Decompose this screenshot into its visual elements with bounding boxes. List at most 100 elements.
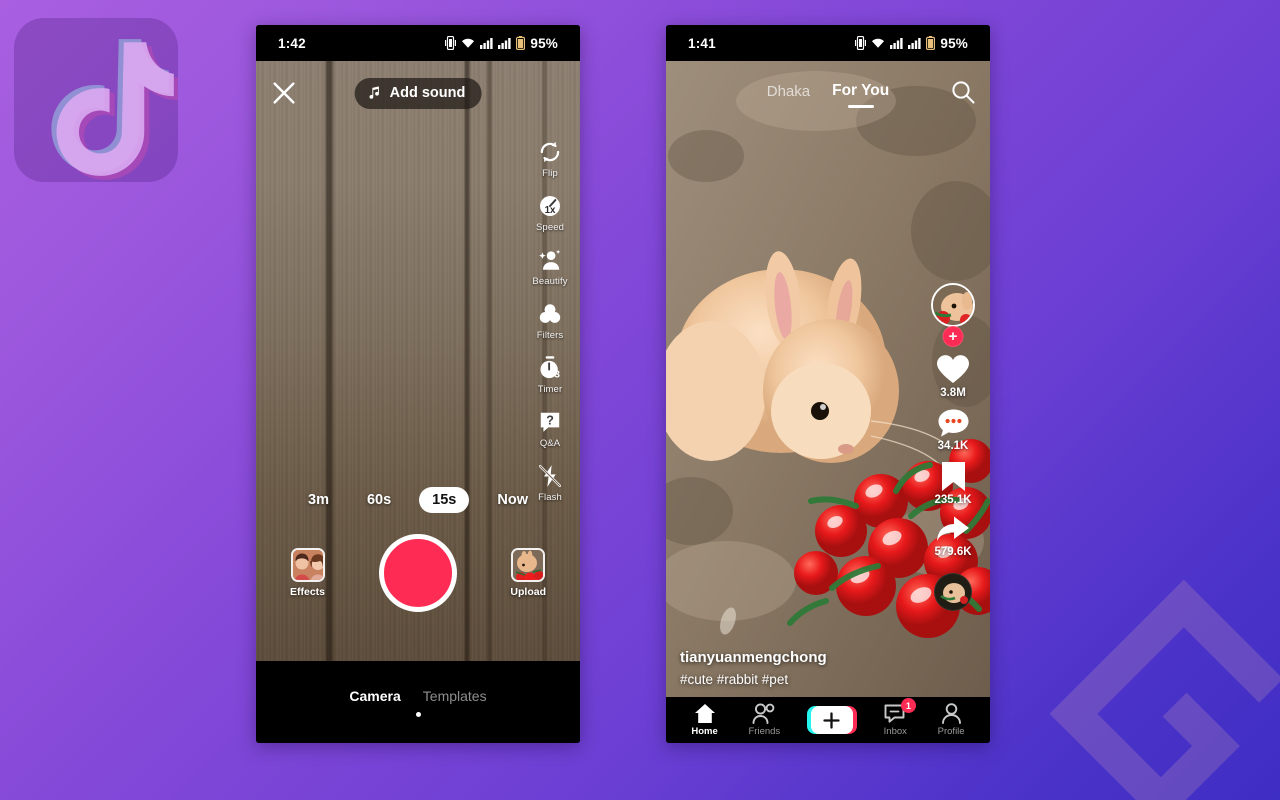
flash-off-icon <box>539 465 561 487</box>
camera-mode-footer: Camera Templates <box>256 661 580 743</box>
avatar <box>931 283 975 327</box>
signal-bars-icon-1 <box>890 38 903 49</box>
caption-username[interactable]: tianyuanmengchong <box>680 649 918 666</box>
save-count: 235.1K <box>934 494 972 506</box>
tool-timer-label: Timer <box>537 384 563 395</box>
tab-profile[interactable]: Profile <box>938 703 965 737</box>
battery-icon <box>926 36 936 50</box>
sound-disc-image <box>935 574 971 610</box>
tool-flip-label: Flip <box>542 168 558 179</box>
speed-gauge-icon: 1x <box>540 196 560 216</box>
upload-preview-image <box>513 550 544 580</box>
duration-60s[interactable]: 60s <box>357 487 401 513</box>
status-bar-time: 1:41 <box>688 35 716 51</box>
tiktok-logo-watermark <box>14 18 178 182</box>
music-note-icon <box>369 86 379 99</box>
feed-action-rail: + 3.8M 34.1K 235.1K 579.6K <box>926 283 980 611</box>
add-sound-label: Add sound <box>389 84 466 101</box>
effects-label: Effects <box>290 586 326 598</box>
share-button[interactable]: 579.6K <box>934 515 972 558</box>
camera-viewfinder[interactable]: Add sound Flip 1x Speed Beautify Filters… <box>256 61 580 661</box>
tool-speed-value: 1x <box>545 205 556 216</box>
add-sound-button[interactable]: Add sound <box>354 77 482 109</box>
signal-bars-icon-2 <box>498 38 511 49</box>
flip-camera-icon <box>540 141 560 163</box>
wifi-icon <box>872 38 885 48</box>
comment-count: 34.1K <box>937 440 969 452</box>
create-button-wrap[interactable] <box>806 706 857 734</box>
like-count: 3.8M <box>940 387 966 399</box>
share-count: 579.6K <box>934 546 972 558</box>
question-bubble-icon: ? <box>540 412 560 432</box>
tab-profile-label: Profile <box>937 726 965 737</box>
mode-templates[interactable]: Templates <box>423 688 487 704</box>
effects-thumbnail <box>290 548 325 582</box>
tab-inbox[interactable]: 1 Inbox <box>883 698 916 737</box>
camera-mode-row: Camera Templates <box>349 688 486 704</box>
tool-beautify-label: Beautify <box>532 276 568 287</box>
tab-dhaka[interactable]: Dhaka <box>767 83 810 100</box>
feed-top-tabs: Dhaka For You <box>666 71 990 111</box>
tool-qa[interactable]: ? Q&A <box>524 409 576 449</box>
status-bar-time: 1:42 <box>278 35 306 51</box>
save-button[interactable]: 235.1K <box>934 461 972 506</box>
status-bar-icons: 95% <box>445 36 558 51</box>
battery-percent: 95% <box>530 35 558 51</box>
duration-selector: 3m 60s 15s Now <box>256 487 580 513</box>
timer-icon: 3 <box>540 356 560 380</box>
tool-flip[interactable]: Flip <box>524 139 576 179</box>
tool-timer-value: 3 <box>554 369 560 380</box>
battery-icon <box>516 36 526 50</box>
search-icon[interactable] <box>950 79 976 105</box>
duration-3m[interactable]: 3m <box>298 487 339 513</box>
tool-speed-label: Speed <box>536 222 564 233</box>
comment-button[interactable]: 34.1K <box>937 408 970 452</box>
bottom-tab-bar: Home Friends 1 Inbox Profile <box>666 697 990 743</box>
like-button[interactable]: 3.8M <box>936 354 970 399</box>
effects-button[interactable]: Effects <box>290 548 325 598</box>
video-feed[interactable]: Dhaka For You + 3.8M 34.1K 235.1K 579.6K… <box>666 61 990 697</box>
battery-percent: 95% <box>940 35 968 51</box>
tiktok-note-icon <box>51 39 178 180</box>
svg-text:?: ? <box>546 414 554 428</box>
phone-right-feed-screen: 1:41 95% Dhaka For You + 3.8M 34.1K 235.… <box>666 25 990 743</box>
duration-15s[interactable]: 15s <box>419 487 470 513</box>
tab-friends[interactable]: Friends <box>748 703 781 737</box>
status-bar-right: 1:41 95% <box>666 25 990 61</box>
heart-icon <box>937 355 969 383</box>
caption-hashtags[interactable]: #cute #rabbit #pet <box>680 672 918 687</box>
signal-bars-icon-1 <box>480 38 493 49</box>
tab-for-you[interactable]: For You <box>832 82 889 100</box>
camera-top-bar: Add sound <box>256 73 580 113</box>
upload-thumbnail <box>511 548 546 582</box>
tool-speed[interactable]: 1x Speed <box>524 193 576 233</box>
signal-bars-icon-2 <box>908 38 921 49</box>
mode-camera[interactable]: Camera <box>349 688 400 704</box>
record-button[interactable] <box>379 534 457 612</box>
tab-inbox-label: Inbox <box>883 726 907 737</box>
duration-now[interactable]: Now <box>487 487 538 513</box>
sound-disc-button[interactable] <box>934 573 972 611</box>
tool-timer[interactable]: 3 Timer <box>524 355 576 395</box>
upload-label: Upload <box>510 586 546 598</box>
close-icon[interactable] <box>270 79 298 107</box>
beautify-icon <box>539 249 561 270</box>
tool-qa-label: Q&A <box>539 438 561 449</box>
tool-beautify[interactable]: Beautify <box>524 247 576 287</box>
mode-page-dot <box>415 711 421 717</box>
upload-button[interactable]: Upload <box>510 548 546 598</box>
friends-icon <box>752 703 775 724</box>
tab-home[interactable]: Home <box>691 703 718 737</box>
phone-left-camera-screen: 1:42 95% Add sound Flip 1x Speed Beautif… <box>256 25 580 743</box>
share-arrow-icon <box>937 516 969 541</box>
inbox-badge: 1 <box>900 698 916 713</box>
tool-filters-label: Filters <box>536 330 564 341</box>
bookmark-icon <box>941 462 965 491</box>
follow-button[interactable]: + <box>942 326 964 347</box>
tool-filters[interactable]: Filters <box>524 301 576 341</box>
tab-home-label: Home <box>691 726 718 737</box>
tab-friends-label: Friends <box>748 726 781 737</box>
create-button[interactable] <box>806 706 857 734</box>
author-avatar-wrap[interactable]: + <box>931 283 975 347</box>
home-icon <box>694 704 715 723</box>
